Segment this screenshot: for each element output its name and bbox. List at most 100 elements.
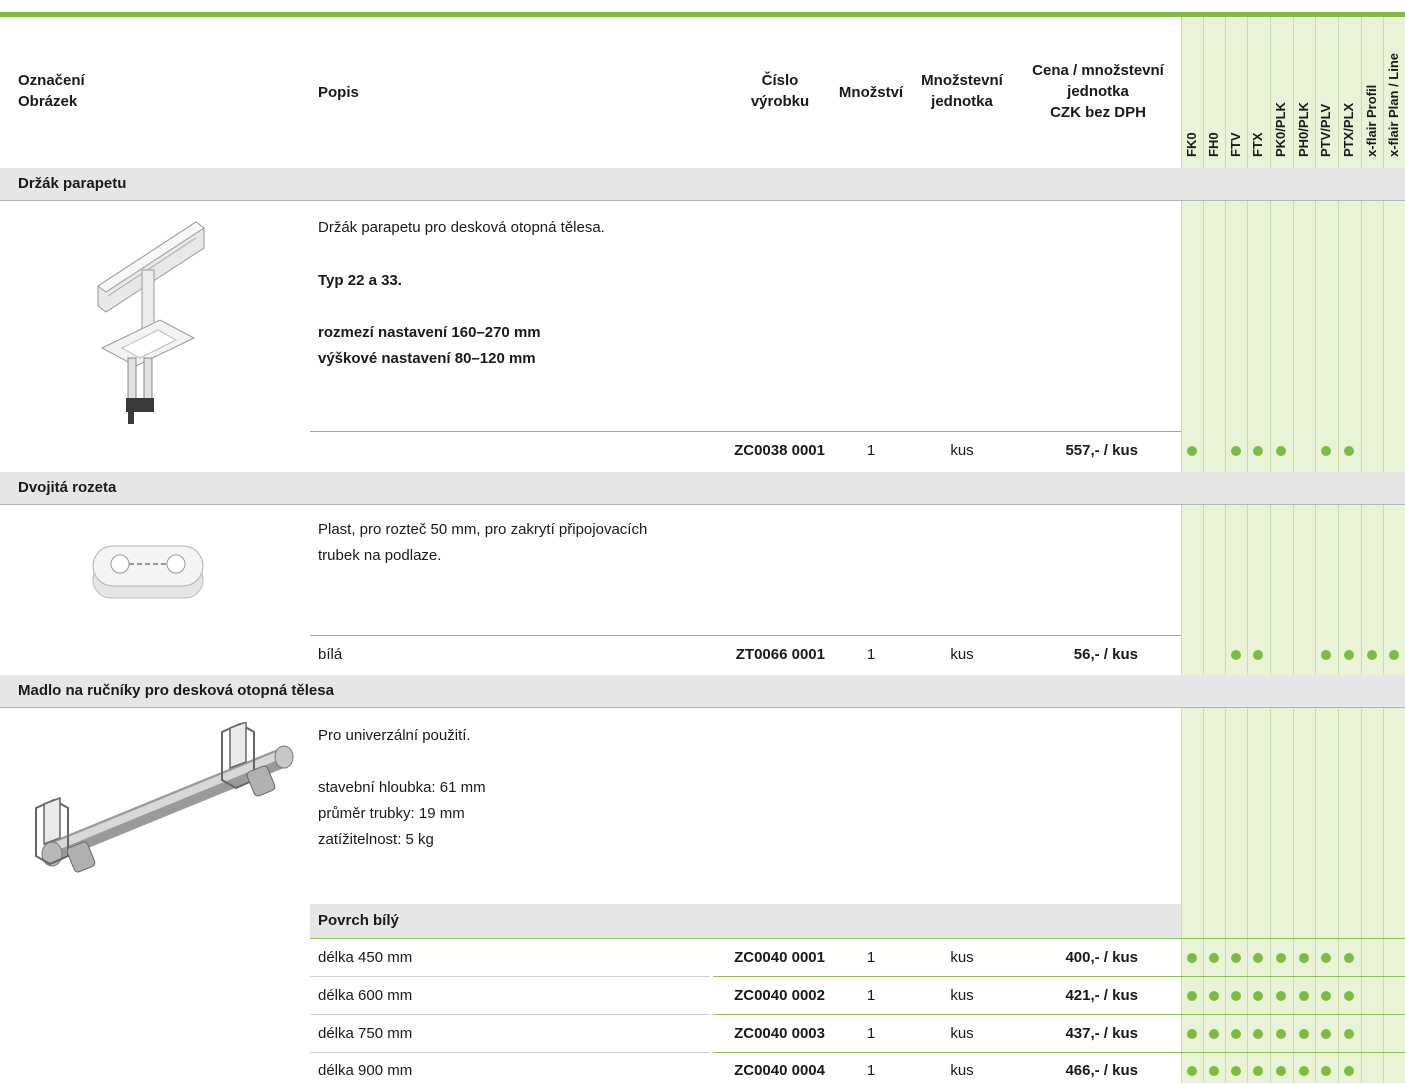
header-cena-2: jednotka: [1067, 83, 1129, 100]
row-description: délka 750 mm: [318, 1025, 413, 1042]
compat-dot: [1187, 953, 1197, 963]
compat-dot: [1231, 953, 1241, 963]
header-cena-1: Cena / množstevní: [1032, 62, 1164, 79]
compat-dot: [1344, 991, 1354, 1001]
price: 557,- / kus: [1065, 442, 1138, 459]
double-rosette-image: [92, 545, 204, 599]
compat-dot-ptx-plx: [1344, 446, 1354, 456]
compat-dot-x-flair-profil: [1367, 650, 1377, 660]
compat-dot-ftx: [1253, 446, 1263, 456]
compat-dot: [1187, 991, 1197, 1001]
header-popis: Popis: [318, 84, 359, 101]
compat-dot-x-flair-plan-line: [1389, 650, 1399, 660]
description-line: Držák parapetu pro desková otopná tělesa…: [318, 219, 605, 236]
compat-dot-pk0-plk: [1276, 446, 1286, 456]
header-label-obrazek: Obrázek: [18, 93, 78, 110]
model-header-x-flair-profil: x-flair Profil: [1364, 84, 1379, 157]
section-header-drzak-parapetu: Držák parapetu: [0, 168, 1405, 200]
description-line: zatížitelnost: 5 kg: [318, 831, 434, 848]
compat-dot: [1209, 1029, 1219, 1039]
model-header-fk0: FK0: [1184, 132, 1199, 157]
description-line: výškové nastavení 80–120 mm: [318, 350, 536, 367]
model-header-ph0-plk: PH0/PLK: [1296, 102, 1311, 157]
price: 437,- / kus: [1065, 1025, 1138, 1042]
compat-dot: [1209, 1066, 1219, 1076]
description-line: trubek na podlaze.: [318, 547, 442, 564]
model-header-ptv-plv: PTV/PLV: [1318, 103, 1333, 157]
product-code: ZC0040 0002: [734, 987, 825, 1004]
compat-dot-ftv: [1231, 446, 1241, 456]
header-mnozstvi: Množství: [838, 84, 904, 101]
quantity: 1: [866, 987, 876, 1004]
compat-dot: [1276, 1066, 1286, 1076]
model-header-pk0-plk: PK0/PLK: [1273, 102, 1288, 157]
product-code: ZC0040 0003: [734, 1025, 825, 1042]
compat-dot: [1344, 1066, 1354, 1076]
product-code: ZT0066 0001: [735, 646, 825, 663]
section-title: Madlo na ručníky pro desková otopná těle…: [18, 682, 334, 699]
model-header-fh0: FH0: [1206, 132, 1221, 157]
compat-dot: [1299, 991, 1309, 1001]
compat-dot: [1187, 1066, 1197, 1076]
subheader-bar: [310, 904, 1181, 938]
row-divider: [713, 1014, 1405, 1015]
section-header-dvojita-rozeta: Dvojitá rozeta: [0, 472, 1405, 504]
section-header-madlo: Madlo na ručníky pro desková otopná těle…: [0, 675, 1405, 707]
row-description: délka 600 mm: [318, 987, 413, 1004]
quantity: 1: [866, 442, 876, 459]
row-description: délka 900 mm: [318, 1062, 413, 1079]
compat-dot: [1276, 953, 1286, 963]
row-divider: [310, 1014, 710, 1015]
row-divider: [0, 504, 1405, 505]
compat-dot-ftx: [1253, 650, 1263, 660]
row-divider: [310, 938, 1405, 939]
parapet-bracket-image: [97, 221, 205, 424]
compat-dot: [1253, 953, 1263, 963]
product-code: ZC0038 0001: [734, 442, 825, 459]
row-description: bílá: [318, 646, 343, 663]
compat-dot-ptx-plx: [1344, 650, 1354, 660]
compat-dot: [1276, 1029, 1286, 1039]
compat-dot: [1209, 953, 1219, 963]
subheader-povrch: Povrch bílý: [318, 912, 399, 929]
header-cislo-2: výrobku: [750, 93, 810, 110]
header-cislo-1: Číslo: [761, 72, 799, 89]
compat-dot: [1209, 991, 1219, 1001]
quantity: 1: [866, 646, 876, 663]
row-description: délka 450 mm: [318, 949, 413, 966]
compat-dot: [1299, 1066, 1309, 1076]
compat-dot: [1187, 1029, 1197, 1039]
price: 400,- / kus: [1065, 949, 1138, 966]
compat-dot: [1253, 991, 1263, 1001]
compat-dot: [1321, 953, 1331, 963]
compat-dot: [1253, 1029, 1263, 1039]
compat-dot: [1321, 1066, 1331, 1076]
quantity: 1: [866, 1025, 876, 1042]
product-code: ZC0040 0004: [734, 1062, 825, 1079]
section-title: Dvojitá rozeta: [18, 479, 117, 496]
compat-dot: [1253, 1066, 1263, 1076]
model-header-ftx: FTX: [1250, 132, 1265, 157]
compat-dot: [1231, 991, 1241, 1001]
compat-dot: [1344, 1029, 1354, 1039]
row-divider: [0, 200, 1405, 201]
model-header-ftv: FTV: [1228, 132, 1243, 157]
section-title: Držák parapetu: [18, 175, 127, 192]
description-line: průměr trubky: 19 mm: [318, 805, 465, 822]
header-label-oznaceni: Označení: [18, 72, 85, 89]
description-line: rozmezí nastavení 160–270 mm: [318, 324, 541, 341]
description-line: Typ 22 a 33.: [318, 272, 402, 289]
quantity: 1: [866, 949, 876, 966]
description-line: Plast, pro rozteč 50 mm, pro zakrytí při…: [318, 521, 648, 538]
model-header-x-flair-plan-line: x-flair Plan / Line: [1386, 52, 1401, 157]
compat-dot: [1299, 1029, 1309, 1039]
header-cena-3: CZK bez DPH: [1050, 104, 1146, 121]
price: 421,- / kus: [1065, 987, 1138, 1004]
compat-dot-ptv-plv: [1321, 446, 1331, 456]
row-divider: [0, 707, 1405, 708]
compat-dot: [1231, 1029, 1241, 1039]
row-divider: [310, 1052, 710, 1053]
compat-dot: [1276, 991, 1286, 1001]
description-line: Pro univerzální použití.: [318, 727, 471, 744]
compat-dot: [1231, 1066, 1241, 1076]
